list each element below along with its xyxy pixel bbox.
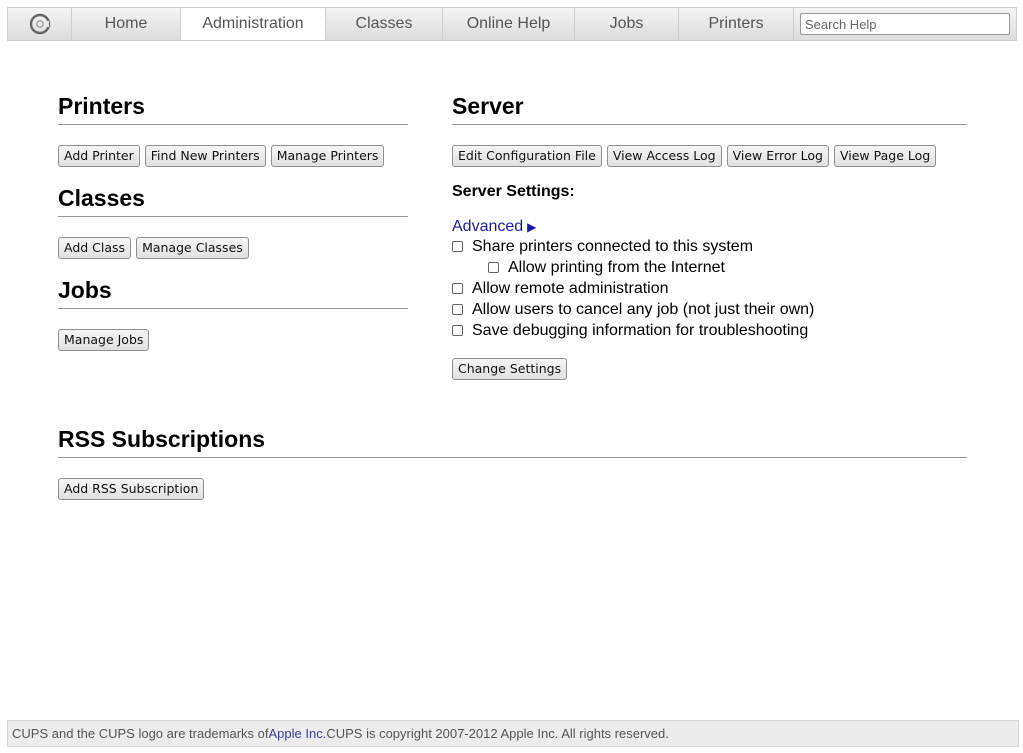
- jobs-button-row: Manage Jobs: [58, 329, 408, 351]
- triangle-right-icon: ▶: [527, 220, 537, 234]
- add-rss-subscription-button[interactable]: Add RSS Subscription: [58, 478, 205, 500]
- change-settings-button[interactable]: Change Settings: [452, 358, 568, 380]
- add-printer-button[interactable]: Add Printer: [58, 145, 140, 167]
- printers-button-row: Add Printer Find New Printers Manage Pri…: [58, 145, 408, 167]
- classes-button-row: Add Class Manage Classes: [58, 237, 408, 259]
- share-printers-checkbox[interactable]: [452, 241, 463, 252]
- allow-internet-printing-label: Allow printing from the Internet: [508, 258, 725, 276]
- footer: CUPS and the CUPS logo are trademarks of…: [7, 720, 1019, 747]
- jobs-section: Jobs Manage Jobs: [58, 276, 408, 351]
- search-input[interactable]: [800, 13, 1010, 35]
- option-share-printers[interactable]: Share printers connected to this system: [452, 236, 967, 257]
- classes-section: Classes Add Class Manage Classes: [58, 184, 408, 259]
- classes-heading: Classes: [58, 184, 408, 217]
- server-section: Server Edit Configuration File View Acce…: [452, 92, 967, 380]
- find-new-printers-button[interactable]: Find New Printers: [144, 145, 266, 167]
- option-remote-administration[interactable]: Allow remote administration: [452, 278, 967, 299]
- footer-text-before: CUPS and the CUPS logo are trademarks of: [12, 726, 269, 741]
- cancel-any-job-checkbox[interactable]: [452, 304, 463, 315]
- footer-text-after: CUPS is copyright 2007-2012 Apple Inc. A…: [326, 726, 669, 741]
- tab-online-help[interactable]: Online Help: [443, 8, 575, 40]
- server-heading: Server: [452, 92, 967, 125]
- rss-heading: RSS Subscriptions: [58, 425, 967, 458]
- add-class-button[interactable]: Add Class: [58, 237, 132, 259]
- advanced-label: Advanced: [452, 218, 524, 235]
- view-error-log-button[interactable]: View Error Log: [726, 145, 829, 167]
- option-cancel-any-job[interactable]: Allow users to cancel any job (not just …: [452, 299, 967, 320]
- server-button-row: Edit Configuration File View Access Log …: [452, 145, 967, 167]
- tab-home[interactable]: Home: [72, 8, 181, 40]
- option-allow-internet-printing[interactable]: Allow printing from the Internet: [452, 257, 967, 278]
- option-debug-logging[interactable]: Save debugging information for troublesh…: [452, 320, 967, 341]
- debug-logging-label: Save debugging information for troublesh…: [472, 321, 809, 339]
- edit-configuration-file-button[interactable]: Edit Configuration File: [452, 145, 602, 167]
- tab-jobs[interactable]: Jobs: [575, 8, 679, 40]
- top-navigation: Home Administration Classes Online Help …: [7, 7, 1017, 41]
- cancel-any-job-label: Allow users to cancel any job (not just …: [472, 300, 815, 318]
- manage-printers-button[interactable]: Manage Printers: [270, 145, 385, 167]
- rss-button-row: Add RSS Subscription: [58, 478, 967, 500]
- rss-section: RSS Subscriptions Add RSS Subscription: [58, 425, 967, 500]
- remote-administration-checkbox[interactable]: [452, 283, 463, 294]
- view-access-log-button[interactable]: View Access Log: [606, 145, 722, 167]
- printers-section: Printers Add Printer Find New Printers M…: [58, 92, 408, 167]
- cups-logo-icon[interactable]: [8, 8, 72, 40]
- jobs-heading: Jobs: [58, 276, 408, 309]
- apple-inc-link[interactable]: Apple Inc.: [269, 726, 327, 741]
- advanced-toggle-link[interactable]: Advanced ▶: [452, 218, 536, 236]
- change-settings-row: Change Settings: [452, 358, 967, 380]
- debug-logging-checkbox[interactable]: [452, 325, 463, 336]
- tab-printers[interactable]: Printers: [679, 8, 794, 40]
- tab-administration[interactable]: Administration: [181, 8, 326, 40]
- view-page-log-button[interactable]: View Page Log: [833, 145, 937, 167]
- remote-administration-label: Allow remote administration: [472, 279, 669, 297]
- allow-internet-printing-checkbox[interactable]: [488, 262, 499, 273]
- server-settings-title: Server Settings:: [452, 183, 575, 200]
- share-printers-label: Share printers connected to this system: [472, 237, 754, 255]
- search-container: [794, 8, 1016, 40]
- manage-classes-button[interactable]: Manage Classes: [136, 237, 249, 259]
- tab-classes[interactable]: Classes: [326, 8, 443, 40]
- manage-jobs-button[interactable]: Manage Jobs: [58, 329, 150, 351]
- printers-heading: Printers: [58, 92, 408, 125]
